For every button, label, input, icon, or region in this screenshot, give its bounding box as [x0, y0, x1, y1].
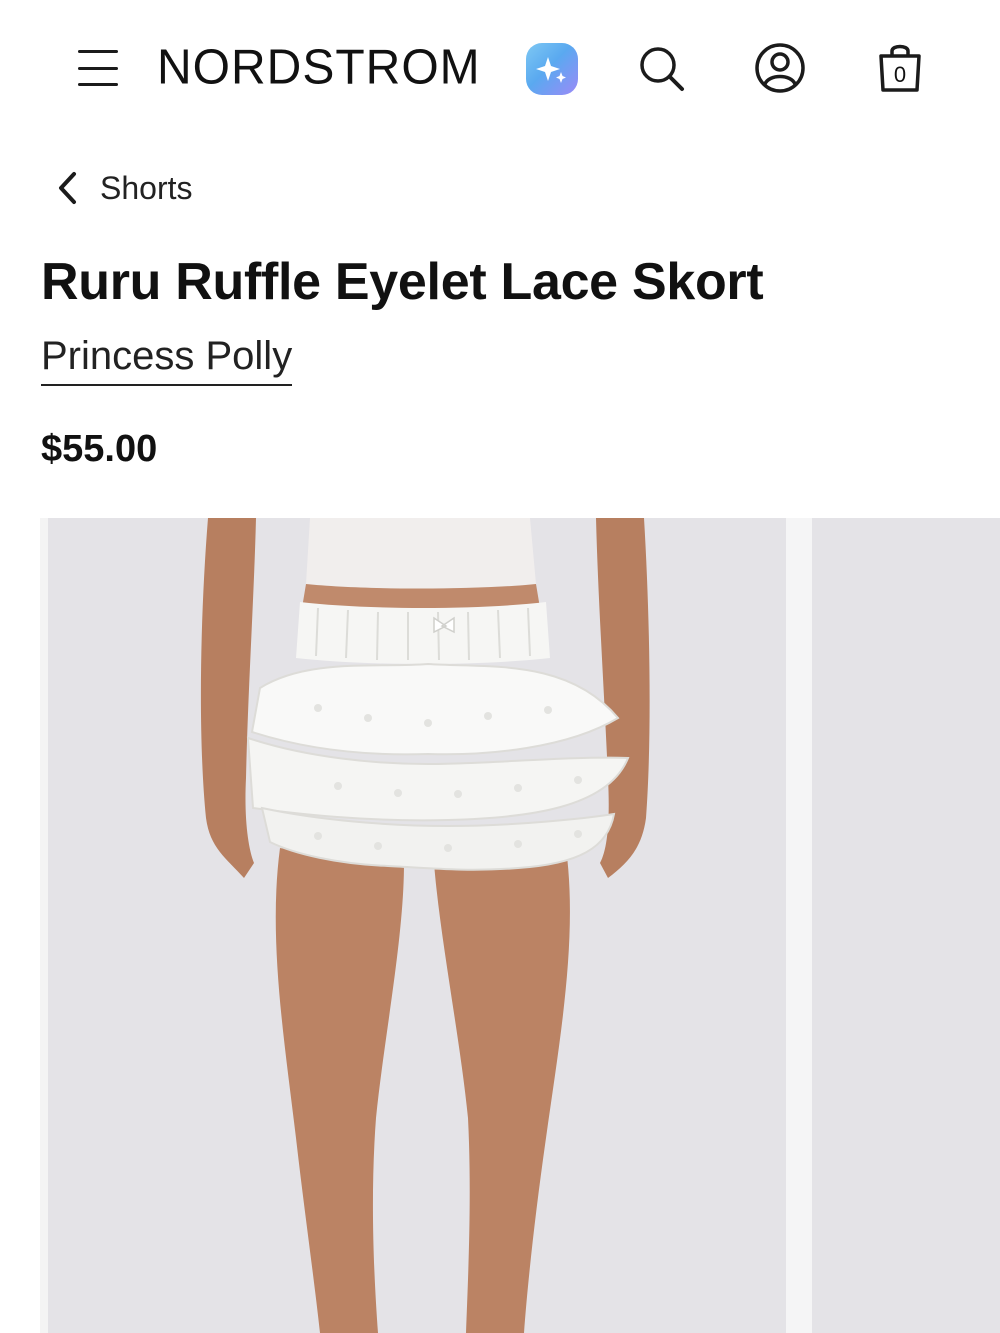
gallery-edge: [40, 518, 48, 1333]
shopping-bag-icon[interactable]: 0: [872, 40, 928, 96]
top-header: NORDSTROM 0: [0, 0, 1000, 140]
product-title: Ruru Ruffle Eyelet Lace Skort: [41, 253, 764, 311]
product-image-main[interactable]: [48, 518, 786, 1333]
brand-link[interactable]: Princess Polly: [41, 330, 293, 386]
breadcrumb-label: Shorts: [100, 169, 193, 206]
sparkle-icon[interactable]: [526, 43, 578, 95]
hamburger-menu-icon[interactable]: [76, 46, 124, 90]
product-page: NORDSTROM 0 Shorts Ruru Ruffle Eyelet La…: [0, 0, 1000, 1333]
product-image-gallery[interactable]: [40, 518, 1000, 1333]
product-image-next[interactable]: [812, 518, 1000, 1333]
nordstrom-logo[interactable]: NORDSTROM: [157, 37, 481, 98]
chevron-left-icon: [59, 172, 76, 204]
account-icon[interactable]: [752, 40, 808, 96]
search-icon[interactable]: [633, 40, 689, 96]
gallery-slide-gap: [786, 518, 812, 1333]
model-wearing-white-ruffle-eyelet-skort: [48, 518, 786, 1333]
product-price: $55.00: [41, 428, 158, 470]
bag-count-badge: 0: [893, 62, 907, 87]
breadcrumb-back-link[interactable]: Shorts: [52, 166, 192, 210]
